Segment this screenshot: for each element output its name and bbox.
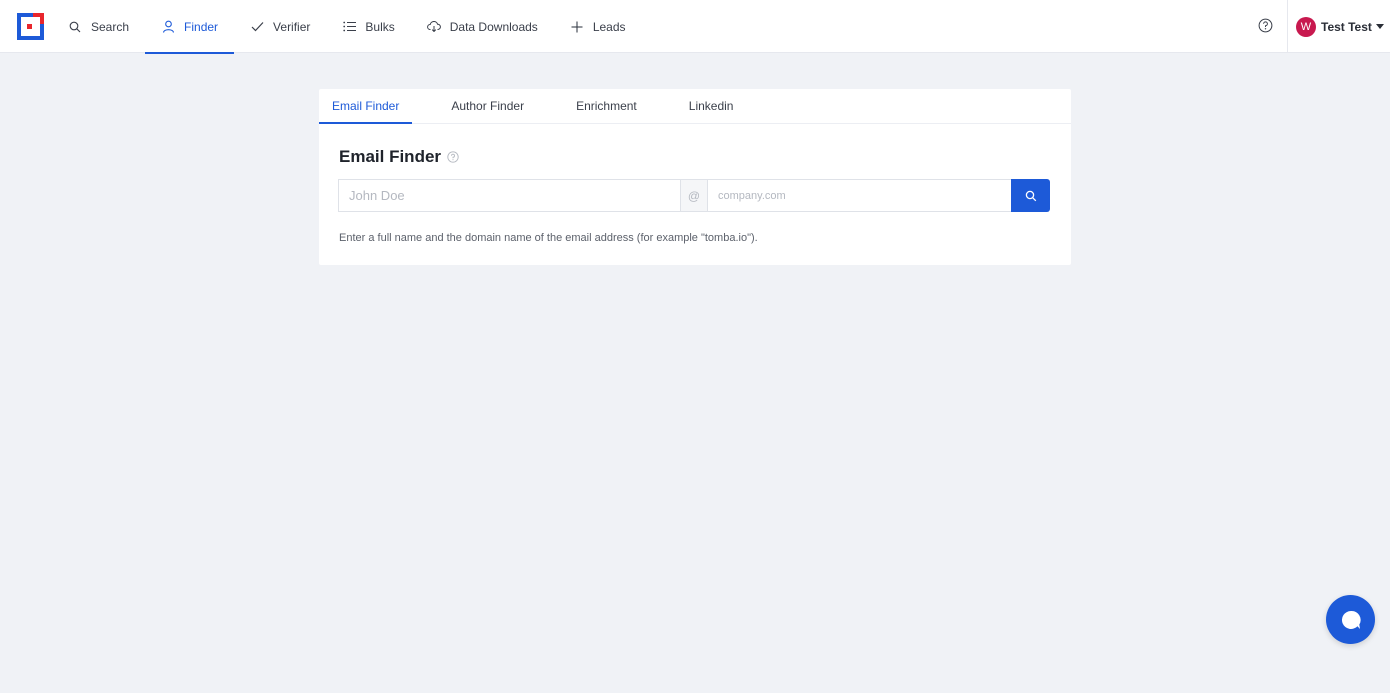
user-menu[interactable]: W Test Test	[1296, 16, 1384, 37]
avatar: W	[1296, 16, 1316, 37]
chat-bubble-icon	[1341, 610, 1361, 629]
page-title-text: Email Finder	[339, 147, 442, 166]
nav-item-bulks[interactable]: Bulks	[326, 0, 410, 53]
email-finder-card: Email Finder Author Finder Enrichment Li…	[319, 89, 1071, 265]
tab-linkedin[interactable]: Linkedin	[676, 89, 747, 123]
user-icon	[161, 20, 175, 34]
nav-item-data-downloads[interactable]: Data Downloads	[411, 0, 554, 53]
nav-item-verifier[interactable]: Verifier	[234, 0, 326, 53]
page-title: Email Finder	[339, 147, 459, 167]
search-button[interactable]	[1011, 179, 1050, 212]
cloud-download-icon	[426, 20, 441, 34]
full-name-input[interactable]	[338, 179, 680, 212]
at-sign-addon: @	[680, 179, 708, 212]
tab-email-finder[interactable]: Email Finder	[319, 89, 413, 124]
domain-input[interactable]	[708, 179, 1011, 212]
nav-item-label: Verifier	[273, 19, 311, 34]
chat-launcher-button[interactable]	[1326, 595, 1375, 644]
list-icon	[342, 20, 356, 34]
finder-hint: Enter a full name and the domain name of…	[339, 232, 758, 244]
nav-item-label: Leads	[592, 19, 626, 34]
tab-author-finder[interactable]: Author Finder	[438, 89, 537, 123]
main-nav: Search Finder Verifier Bulks Data Downlo…	[52, 0, 642, 54]
nav-item-label: Search	[91, 19, 130, 34]
nav-item-label: Finder	[184, 19, 219, 34]
check-icon	[250, 20, 264, 34]
plus-icon	[570, 20, 584, 34]
tomba-logo-icon[interactable]	[17, 13, 44, 40]
tab-enrichment[interactable]: Enrichment	[563, 89, 650, 123]
topbar-divider	[1287, 0, 1288, 53]
caret-down-icon	[1375, 24, 1384, 29]
help-icon[interactable]	[1258, 18, 1273, 33]
search-icon	[68, 20, 82, 34]
nav-item-finder[interactable]: Finder	[145, 0, 235, 54]
nav-item-label: Data Downloads	[449, 19, 538, 34]
help-circle-icon[interactable]	[447, 151, 459, 163]
nav-item-leads[interactable]: Leads	[554, 0, 642, 53]
finder-form: @	[338, 179, 1050, 212]
search-icon	[1025, 190, 1036, 201]
nav-item-label: Bulks	[365, 19, 395, 34]
nav-item-search[interactable]: Search	[52, 0, 145, 53]
finder-tabs: Email Finder Author Finder Enrichment Li…	[319, 89, 1071, 124]
user-name: Test Test	[1321, 19, 1372, 34]
top-navbar: Search Finder Verifier Bulks Data Downlo…	[0, 0, 1390, 54]
